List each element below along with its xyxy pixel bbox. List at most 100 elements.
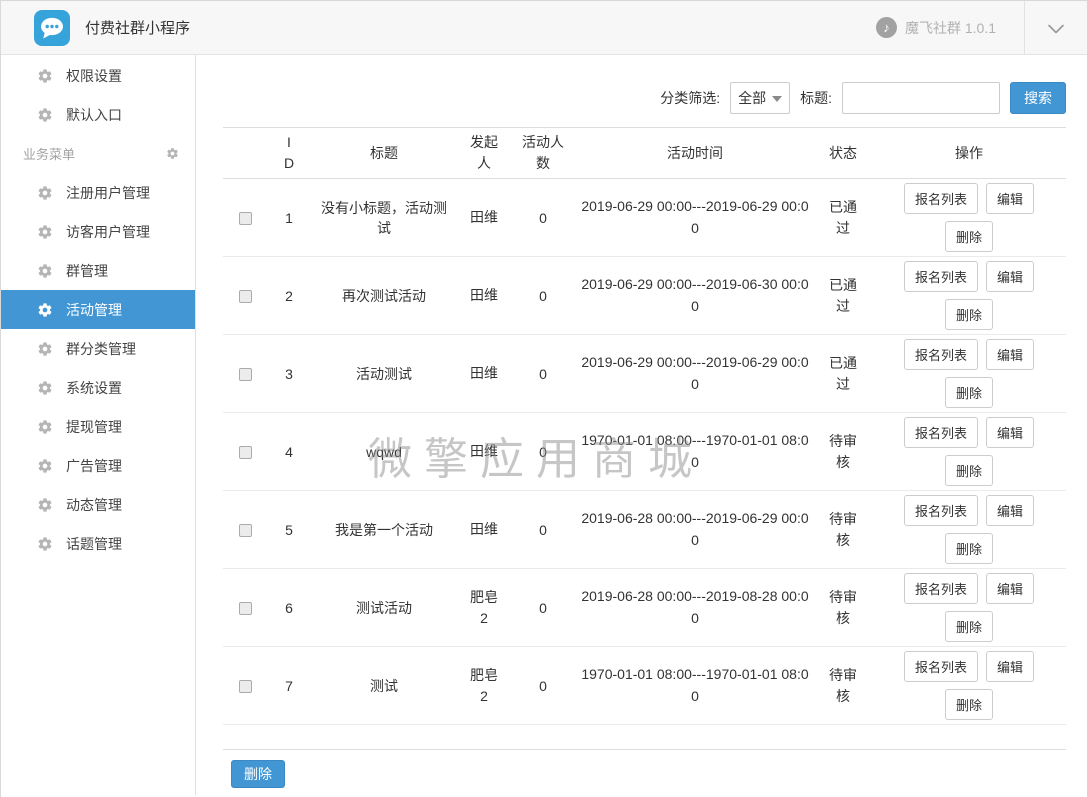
sidebar-item-label: 默认入口 [66,105,122,125]
sidebar-item-label: 群管理 [66,261,108,281]
sidebar-item-5[interactable]: 群管理 [1,251,195,290]
column-header-2: 标题 [310,128,458,179]
sidebar-item-label: 访客用户管理 [66,222,150,242]
sidebar-item-label: 动态管理 [66,495,122,515]
cell-time: 2019-06-29 00:00---2019-06-30 00:00 [576,257,814,335]
signup-list-button[interactable]: 报名列表 [904,339,978,370]
sidebar-item-1[interactable]: 默认入口 [1,95,195,134]
row-delete-button[interactable]: 删除 [945,299,993,330]
activities-table: ID标题发起人活动人数活动时间状态操作 1没有小标题，活动测试田维02019-0… [223,127,1066,725]
edit-button[interactable]: 编辑 [986,183,1034,214]
sidebar-item-12[interactable]: 话题管理 [1,524,195,563]
cell-time: 1970-01-01 08:00---1970-01-01 08:00 [576,413,814,491]
table-row: 7测试肥皂201970-01-01 08:00---1970-01-01 08:… [223,647,1066,725]
sidebar-item-label: 活动管理 [66,300,122,320]
row-delete-button[interactable]: 删除 [945,689,993,720]
sidebar-item-label: 权限设置 [66,66,122,86]
sidebar-section-header: 业务菜单 [1,134,195,173]
main-content: 分类筛选: 全部 标题: 搜索 ID标题发起人活动人数活动时间状态操作 1没有小… [196,55,1087,795]
cell-title: 测试 [310,647,458,725]
cell-participants: 0 [510,179,576,257]
row-delete-button[interactable]: 删除 [945,221,993,252]
sidebar-item-label: 注册用户管理 [66,183,150,203]
sidebar-item-3[interactable]: 注册用户管理 [1,173,195,212]
cell-title: 我是第一个活动 [310,491,458,569]
chevron-down-icon[interactable] [1025,1,1087,54]
row-checkbox[interactable] [239,446,252,459]
sidebar-item-label: 系统设置 [66,378,122,398]
sidebar-item-label: 提现管理 [66,417,122,437]
cell-title: 再次测试活动 [310,257,458,335]
cell-initiator: 田维 [458,179,510,257]
sidebar-item-label: 话题管理 [66,534,122,554]
cell-participants: 0 [510,335,576,413]
row-checkbox[interactable] [239,290,252,303]
edit-button[interactable]: 编辑 [986,339,1034,370]
cell-time: 2019-06-29 00:00---2019-06-29 00:00 [576,335,814,413]
cell-initiator: 田维 [458,413,510,491]
title-search-input[interactable] [842,82,1000,114]
cell-time: 2019-06-28 00:00---2019-06-29 00:00 [576,491,814,569]
cell-title: 没有小标题，活动测试 [310,179,458,257]
signup-list-button[interactable]: 报名列表 [904,261,978,292]
sidebar-item-label: 广告管理 [66,456,122,476]
signup-list-button[interactable]: 报名列表 [904,417,978,448]
row-checkbox[interactable] [239,602,252,615]
signup-list-button[interactable]: 报名列表 [904,495,978,526]
sidebar-item-11[interactable]: 动态管理 [1,485,195,524]
sidebar-item-0[interactable]: 权限设置 [1,56,195,95]
row-checkbox[interactable] [239,212,252,225]
signup-list-button[interactable]: 报名列表 [904,573,978,604]
cell-status: 待审核 [814,647,872,725]
gear-icon [37,185,53,201]
row-checkbox[interactable] [239,368,252,381]
app-title: 付费社群小程序 [85,17,190,38]
search-button[interactable]: 搜索 [1010,82,1066,114]
cell-status: 已通过 [814,335,872,413]
sidebar-item-4[interactable]: 访客用户管理 [1,212,195,251]
top-header: 付费社群小程序 ♪ 魔飞社群 1.0.1 [1,0,1087,55]
cell-participants: 0 [510,647,576,725]
edit-button[interactable]: 编辑 [986,573,1034,604]
cell-title: 测试活动 [310,569,458,647]
column-header-7: 操作 [872,128,1066,179]
signup-list-button[interactable]: 报名列表 [904,183,978,214]
filter-bar: 分类筛选: 全部 标题: 搜索 [223,82,1066,114]
sidebar-item-8[interactable]: 系统设置 [1,368,195,407]
gear-icon [37,497,53,513]
cell-participants: 0 [510,569,576,647]
gear-icon [37,263,53,279]
edit-button[interactable]: 编辑 [986,261,1034,292]
edit-button[interactable]: 编辑 [986,651,1034,682]
activities-table-panel: ID标题发起人活动人数活动时间状态操作 1没有小标题，活动测试田维02019-0… [223,127,1066,750]
gear-icon [37,302,53,318]
cell-id: 1 [268,179,310,257]
row-delete-button[interactable]: 删除 [945,611,993,642]
sidebar-item-6[interactable]: 活动管理 [1,290,195,329]
row-delete-button[interactable]: 删除 [945,455,993,486]
edit-button[interactable]: 编辑 [986,495,1034,526]
mofei-logo-icon: ♪ [876,17,897,38]
sidebar-item-9[interactable]: 提现管理 [1,407,195,446]
table-row: 2再次测试活动田维02019-06-29 00:00---2019-06-30 … [223,257,1066,335]
row-delete-button[interactable]: 删除 [945,533,993,564]
row-delete-button[interactable]: 删除 [945,377,993,408]
row-checkbox[interactable] [239,524,252,537]
cell-time: 2019-06-29 00:00---2019-06-29 00:00 [576,179,814,257]
signup-list-button[interactable]: 报名列表 [904,651,978,682]
table-row: 1没有小标题，活动测试田维02019-06-29 00:00---2019-06… [223,179,1066,257]
sidebar-item-10[interactable]: 广告管理 [1,446,195,485]
row-checkbox[interactable] [239,680,252,693]
cell-participants: 0 [510,413,576,491]
sidebar-item-7[interactable]: 群分类管理 [1,329,195,368]
gear-icon [37,68,53,84]
cell-id: 4 [268,413,310,491]
edit-button[interactable]: 编辑 [986,417,1034,448]
gear-icon [37,107,53,123]
category-select[interactable]: 全部 [730,82,790,114]
cell-status: 待审核 [814,491,872,569]
cell-initiator: 田维 [458,491,510,569]
bulk-delete-button[interactable]: 删除 [231,760,285,788]
gear-icon [37,224,53,240]
category-select-value: 全部 [738,88,766,108]
